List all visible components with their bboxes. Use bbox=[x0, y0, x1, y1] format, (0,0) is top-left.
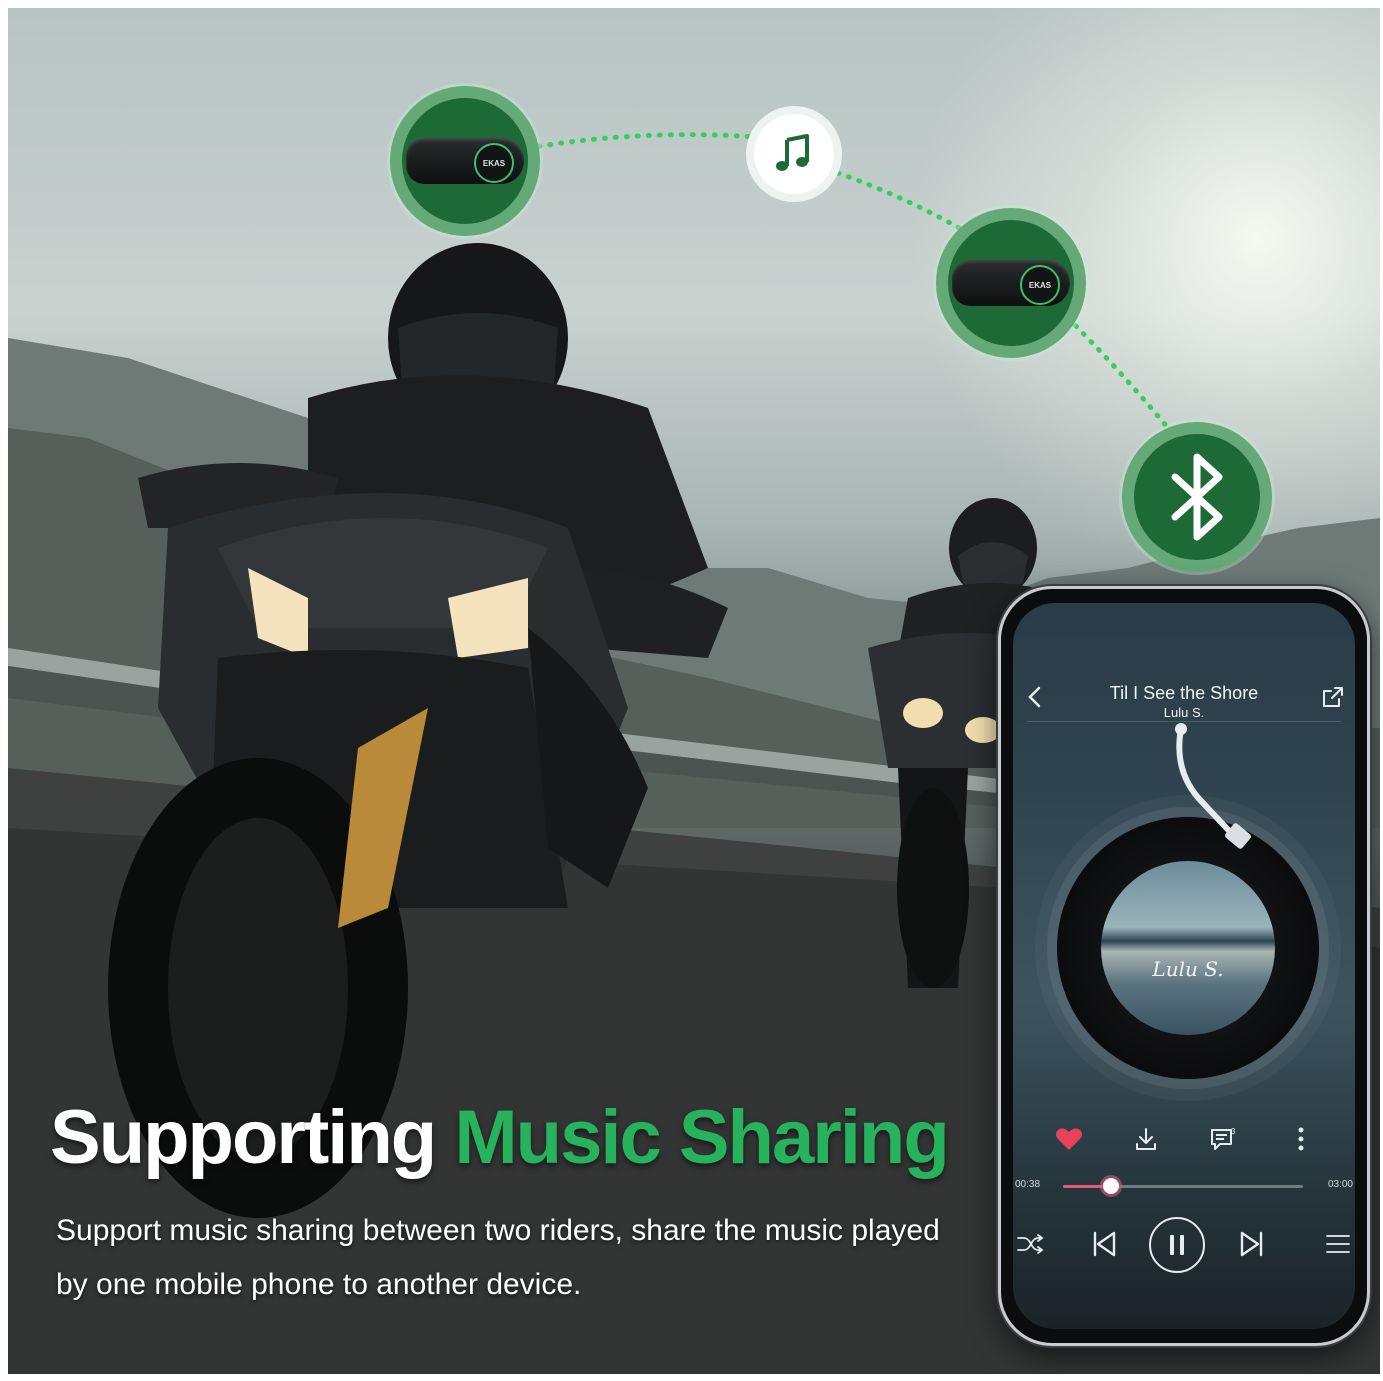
playlist-button[interactable] bbox=[1321, 1227, 1355, 1261]
intercom-device-icon: EKAS bbox=[952, 260, 1070, 306]
elapsed-time: 00:38 bbox=[1015, 1179, 1041, 1190]
headline: Supporting Music Sharing bbox=[50, 1094, 950, 1181]
headline-part-1: Supporting bbox=[50, 1095, 455, 1180]
vinyl-record: Lulu S. bbox=[1057, 817, 1319, 1079]
shuffle-button[interactable] bbox=[1013, 1227, 1047, 1261]
previous-button[interactable] bbox=[1085, 1225, 1123, 1263]
album-art: Lulu S. bbox=[1101, 861, 1275, 1035]
heart-icon bbox=[1056, 1128, 1082, 1150]
intercom-node-1: EKAS bbox=[390, 86, 540, 236]
song-artist: Lulu S. bbox=[1163, 705, 1205, 720]
description: Support music sharing between two riders… bbox=[56, 1214, 940, 1301]
skip-next-icon bbox=[1240, 1231, 1263, 1257]
music-note-icon bbox=[776, 134, 809, 171]
pause-icon bbox=[1170, 1235, 1184, 1255]
share-button[interactable] bbox=[1319, 683, 1347, 711]
comments-button[interactable]: 3 bbox=[1205, 1121, 1241, 1157]
intercom-device-icon: EKAS bbox=[406, 138, 524, 184]
skip-previous-icon bbox=[1093, 1231, 1116, 1257]
pause-button[interactable] bbox=[1149, 1217, 1205, 1273]
song-title: Til I See the Shore bbox=[1109, 683, 1259, 703]
like-button[interactable] bbox=[1051, 1121, 1087, 1157]
download-button[interactable] bbox=[1128, 1121, 1164, 1157]
album-art-text: Lulu S. bbox=[1152, 957, 1224, 981]
share-icon bbox=[1323, 687, 1343, 707]
progress-knob[interactable] bbox=[1103, 1178, 1119, 1194]
link-path-3 bbox=[1065, 315, 1171, 431]
bluetooth-icon bbox=[1171, 453, 1223, 541]
intercom-node-2: EKAS bbox=[936, 208, 1086, 358]
more-icon bbox=[1298, 1127, 1304, 1151]
hero-banner: EKAS EKAS Supporting Music Sharing Suppo… bbox=[8, 8, 1380, 1374]
tonearm bbox=[1175, 723, 1251, 849]
next-button[interactable] bbox=[1233, 1225, 1271, 1263]
progress-bar[interactable] bbox=[1063, 1178, 1303, 1194]
music-player-screen: Til I See the Shore Lulu S. Lulu S. 3 00… bbox=[1013, 603, 1355, 1329]
bluetooth-node bbox=[1122, 422, 1272, 572]
playlist-icon bbox=[1326, 1235, 1350, 1253]
comment-icon: 3 bbox=[1211, 1127, 1236, 1150]
link-path-1 bbox=[525, 132, 771, 151]
total-time: 03:00 bbox=[1327, 1179, 1353, 1190]
more-button[interactable] bbox=[1283, 1121, 1319, 1157]
link-path-2 bbox=[835, 170, 971, 236]
svg-text:3: 3 bbox=[1231, 1127, 1236, 1136]
headline-part-2: Music Sharing bbox=[454, 1095, 949, 1180]
shuffle-icon bbox=[1017, 1234, 1044, 1254]
download-icon bbox=[1136, 1128, 1156, 1150]
music-node bbox=[746, 106, 842, 202]
phone-mockup: Til I See the Shore Lulu S. Lulu S. 3 00… bbox=[998, 586, 1370, 1346]
